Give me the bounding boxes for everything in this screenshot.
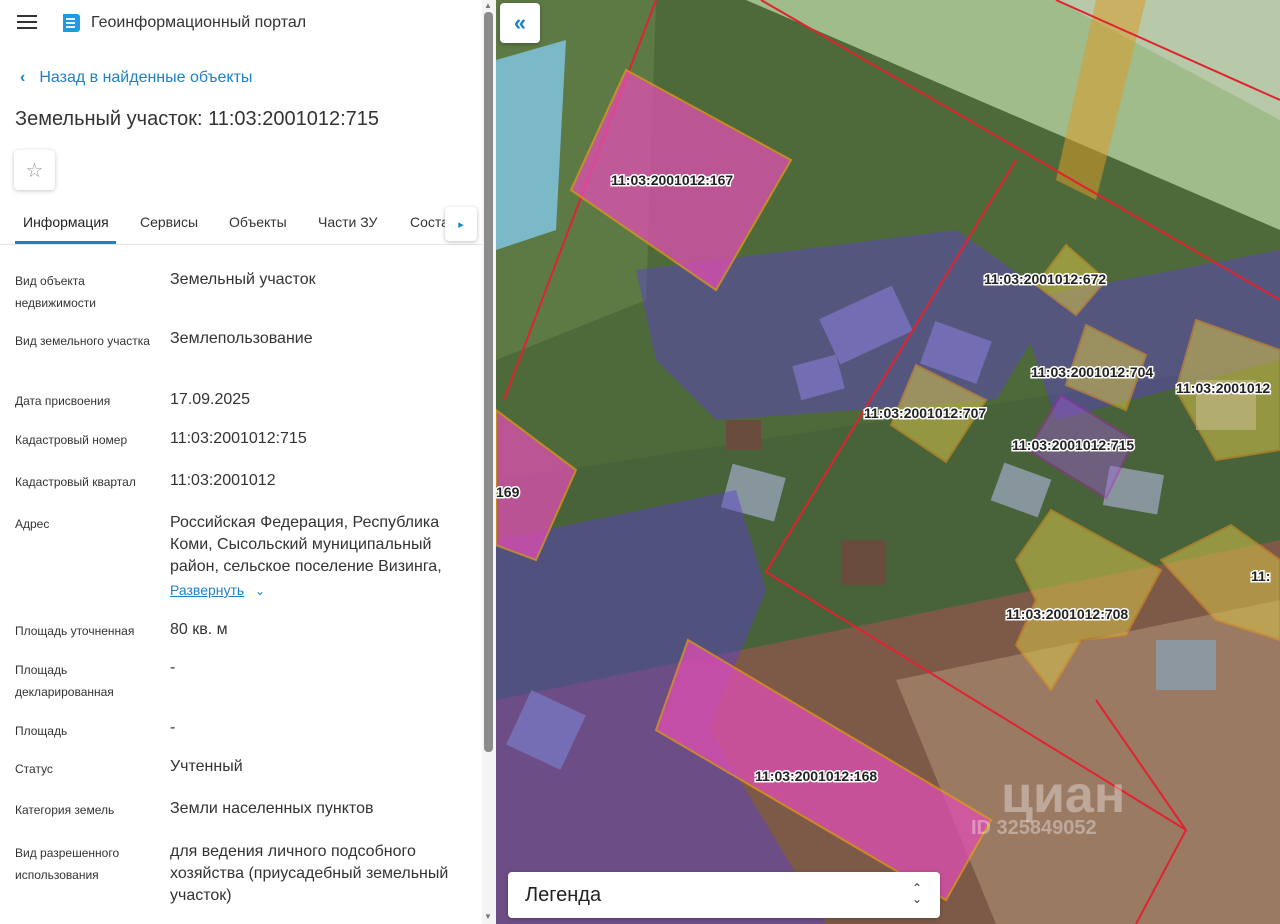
field-label: Кадастровый номер xyxy=(15,433,128,447)
field-label: Вид объекта недвижимости xyxy=(15,274,96,310)
tab-objects[interactable]: Объекты xyxy=(229,214,287,230)
watermark-logo: циан xyxy=(1001,766,1125,824)
parcel-label: 11:03:2001012:672 xyxy=(984,271,1106,287)
field-label: Дата присвоения xyxy=(15,394,111,408)
parcel-label: 11:03:2001012:715 xyxy=(1012,437,1134,453)
parcel-label: 11: xyxy=(1251,568,1270,584)
map-view[interactable]: 11:03:2001012:167 11:03:2001012:672 11:0… xyxy=(496,0,1280,924)
tab-parts[interactable]: Части ЗУ xyxy=(318,214,377,230)
portal-logo-icon xyxy=(63,14,80,32)
page-title: Земельный участок: 11:03:2001012:715 xyxy=(15,108,380,130)
expand-address-link[interactable]: Развернуть xyxy=(170,582,244,598)
field-label: Вид разрешенного использования xyxy=(15,846,120,882)
field-value: 17.09.2025 xyxy=(170,391,251,408)
tab-services[interactable]: Сервисы xyxy=(140,214,198,230)
field-value: Земли населенных пунктов xyxy=(170,800,374,817)
field-value: - xyxy=(170,659,176,676)
chevron-up-down-icon: ⌃ ⌄ xyxy=(911,881,922,906)
satellite-map[interactable]: 11:03:2001012:167 11:03:2001012:672 11:0… xyxy=(496,0,1280,924)
watermark-id: ID 325849052 xyxy=(971,817,1097,839)
tabs-scroll-right-button[interactable]: ▸ xyxy=(445,207,477,241)
address-value: Российская Федерация, Республика Коми, С… xyxy=(170,514,442,575)
active-tab-indicator xyxy=(15,241,116,244)
field-label: Площадь xyxy=(15,724,68,738)
field-value: для ведения личного подсобного хозяйства… xyxy=(170,843,449,904)
field-label: Кадастровый квартал xyxy=(15,475,136,489)
back-link[interactable]: ‹ Назад в найденные объекты xyxy=(20,69,252,87)
field-value: 80 кв. м xyxy=(170,621,228,638)
scroll-up-icon[interactable]: ▲ xyxy=(484,1,492,10)
field-label: Статус xyxy=(15,762,53,776)
scrollbar-thumb[interactable] xyxy=(484,12,493,752)
menu-icon[interactable] xyxy=(17,15,37,31)
field-value: Землепользование xyxy=(170,330,313,347)
favorite-button[interactable]: ☆ xyxy=(14,150,55,190)
field-label: Площадь уточненная xyxy=(15,624,135,638)
collapse-panel-button[interactable]: « xyxy=(500,3,540,43)
chevron-down-icon[interactable]: ⌄ xyxy=(255,584,265,598)
field-label: Адрес xyxy=(15,517,50,531)
field-value: - xyxy=(170,719,176,736)
parcel-label: 11:03:2001012:707 xyxy=(864,405,986,421)
top-bar: Геоинформационный портал xyxy=(0,0,496,46)
parcel-label: 11:03:2001012:704 xyxy=(1031,364,1153,380)
field-value: Учтенный xyxy=(170,758,243,775)
double-chevron-left-icon: « xyxy=(513,10,527,35)
back-link-label: Назад в найденные объекты xyxy=(39,69,253,86)
app-title: Геоинформационный портал xyxy=(91,14,307,31)
parcel-label: 11:03:2001012:708 xyxy=(1006,606,1128,622)
parcel-label: 11:03:2001012 xyxy=(1176,380,1270,396)
tab-bar: Информация Сервисы Объекты Части ЗУ Сост… xyxy=(0,200,482,245)
legend-label: Легенда xyxy=(525,884,602,906)
object-info-panel: Геоинформационный портал ‹ Назад в найде… xyxy=(0,0,496,924)
triangle-right-icon: ▸ xyxy=(458,218,464,231)
star-icon: ☆ xyxy=(25,159,44,182)
parcel-label: 11:03:2001012:167 xyxy=(611,172,733,188)
scroll-down-icon[interactable]: ▼ xyxy=(484,912,492,921)
field-label: Вид земельного участка xyxy=(15,334,150,348)
field-label: Площадь декларированная xyxy=(15,663,114,699)
legend-dropdown[interactable]: Легенда ⌃ ⌄ xyxy=(508,872,940,918)
tab-information[interactable]: Информация xyxy=(23,214,109,230)
parcel-label: 11:03:2001012:168 xyxy=(755,768,877,784)
parcel-label: 169 xyxy=(496,484,520,500)
field-value: 11:03:2001012 xyxy=(170,472,276,489)
field-value: Земельный участок xyxy=(170,271,316,288)
field-label: Категория земель xyxy=(15,803,115,817)
tab-composition[interactable]: Соста xyxy=(410,214,449,230)
field-value: 11:03:2001012:715 xyxy=(170,430,307,447)
chevron-left-icon: ‹ xyxy=(20,69,26,86)
